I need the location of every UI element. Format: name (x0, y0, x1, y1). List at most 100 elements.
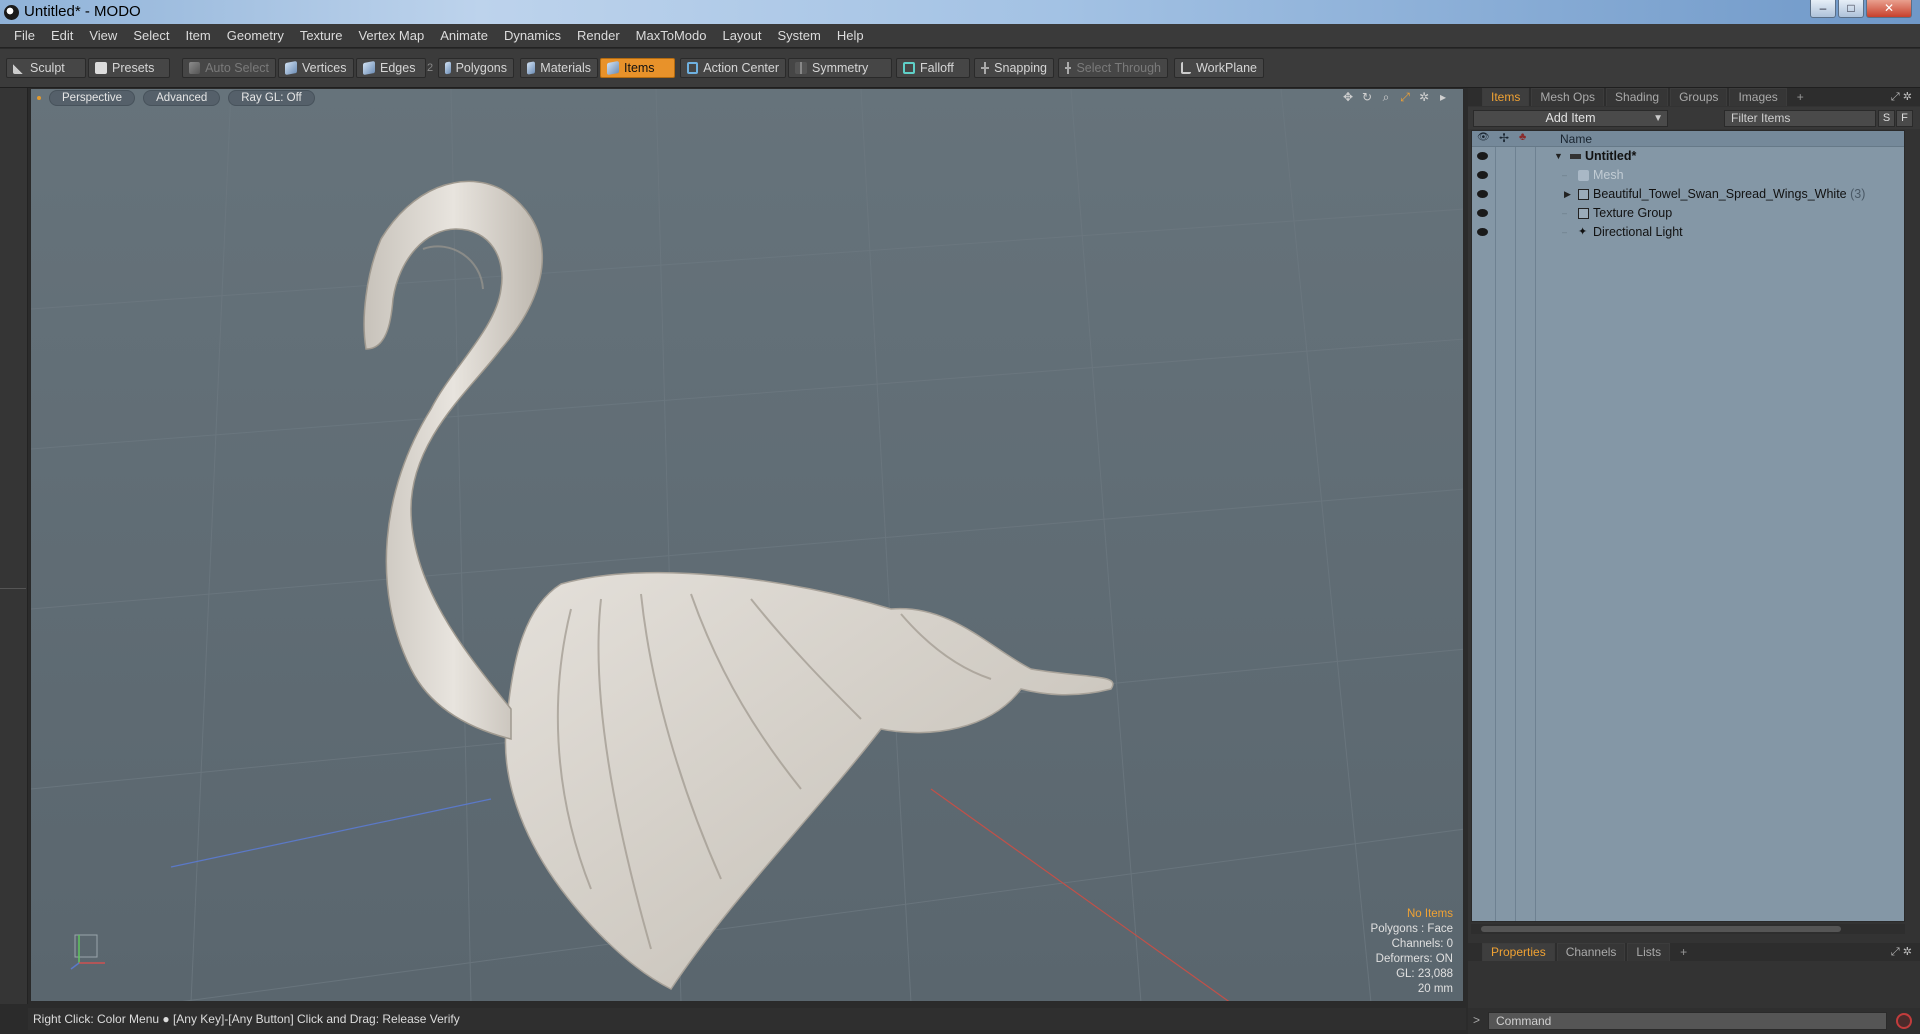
swan-group-count: (3) (1850, 187, 1866, 201)
pan-icon[interactable]: ✥ (1342, 91, 1354, 103)
tab-channels[interactable]: Channels (1556, 943, 1626, 961)
viewport-settings-icon[interactable]: ✲ (1418, 91, 1430, 103)
add-tab-button[interactable]: + (1789, 89, 1812, 106)
menu-vertex-map[interactable]: Vertex Map (350, 24, 432, 48)
advanced-tab[interactable]: Advanced (143, 90, 221, 106)
menu-animate[interactable]: Animate (432, 24, 496, 48)
menu-help[interactable]: Help (829, 24, 872, 48)
name-column-header[interactable]: Name (1560, 132, 1592, 146)
lock-column-icon[interactable]: ✢ (1499, 131, 1509, 145)
tab-shading[interactable]: Shading (1606, 88, 1669, 106)
column-divider (1535, 131, 1536, 921)
chevron-down-icon: ▼ (1653, 113, 1663, 124)
filter-items-input[interactable]: Filter Items (1724, 110, 1876, 127)
expand-down-icon[interactable]: ▼ (1554, 147, 1563, 166)
eye-icon[interactable] (1477, 171, 1488, 179)
menu-select[interactable]: Select (125, 24, 177, 48)
raygl-tab[interactable]: Ray GL: Off (228, 90, 315, 106)
tree-row-scene[interactable]: ▼ Untitled* (1472, 147, 1904, 166)
snapping-label: Snapping (994, 61, 1047, 75)
visibility-column-icon[interactable]: 👁 (1477, 132, 1490, 143)
panel-options-icon[interactable]: ⤢ ✲ (1891, 90, 1912, 104)
props-options-icon[interactable]: ⤢ ✲ (1891, 945, 1912, 959)
select-through-icon (1065, 62, 1072, 74)
menu-render[interactable]: Render (569, 24, 628, 48)
materials-button[interactable]: Materials (520, 58, 598, 78)
tab-lists[interactable]: Lists (1627, 943, 1671, 961)
menu-maxtomodo[interactable]: MaxToModo (628, 24, 715, 48)
menu-texture[interactable]: Texture (292, 24, 351, 48)
main-toolbar: Sculpt Presets Auto Select Vertices Edge… (0, 49, 1920, 88)
add-item-dropdown[interactable]: Add Item ▼ (1473, 110, 1668, 127)
render-column-icon[interactable]: ♣ (1519, 131, 1526, 143)
eye-icon[interactable] (1477, 209, 1488, 217)
s-button[interactable]: S (1878, 110, 1895, 127)
action-center-button[interactable]: Action Center (680, 58, 786, 78)
tree-row-texture-group[interactable]: – Texture Group (1472, 204, 1904, 223)
auto-select-icon (189, 62, 201, 74)
menu-edit[interactable]: Edit (43, 24, 81, 48)
menu-view[interactable]: View (81, 24, 125, 48)
3d-viewport[interactable]: Perspective Advanced Ray GL: Off ✥ ↻ ⌕ ⤢… (30, 88, 1464, 1002)
polygons-label: Polygons (455, 61, 507, 75)
items-icon (607, 60, 619, 76)
viewport-header: Perspective Advanced Ray GL: Off (31, 89, 1463, 107)
presets-icon (95, 62, 107, 74)
scrollbar-thumb[interactable] (1481, 926, 1841, 932)
auto-select-button[interactable]: Auto Select (182, 58, 276, 78)
workplane-button[interactable]: WorkPlane (1174, 58, 1264, 78)
symmetry-button[interactable]: Symmetry (788, 58, 892, 78)
right-panel: Items Mesh Ops Shading Groups Images + ⤢… (1468, 88, 1920, 1034)
item-list-scrollbar[interactable] (1471, 924, 1905, 934)
menu-item[interactable]: Item (177, 24, 218, 48)
minimize-button[interactable]: – (1810, 0, 1836, 18)
column-divider (1495, 131, 1496, 921)
zoom-icon[interactable]: ⌕ (1380, 91, 1392, 103)
menu-file[interactable]: File (6, 24, 43, 48)
tree-row-directional-light[interactable]: – ✦ Directional Light (1472, 223, 1904, 242)
snapping-button[interactable]: Snapping (974, 58, 1054, 78)
tab-images[interactable]: Images (1729, 88, 1787, 106)
edges-button[interactable]: Edges (356, 58, 426, 78)
viewport-arrow-icon[interactable]: ▸ (1437, 91, 1449, 103)
tree-row-mesh[interactable]: – Mesh (1472, 166, 1904, 185)
f-button[interactable]: F (1896, 110, 1913, 127)
tree-row-swan-group[interactable]: ▶ Beautiful_Towel_Swan_Spread_Wings_Whit… (1472, 185, 1904, 204)
eye-icon[interactable] (1477, 228, 1488, 236)
command-bar: > Command (1468, 1008, 1920, 1034)
perspective-tab[interactable]: Perspective (49, 90, 136, 106)
item-list-header: 👁 ✢ ♣ Name (1472, 131, 1904, 147)
eye-icon[interactable] (1477, 152, 1488, 160)
viewport-menu-dot[interactable] (37, 96, 41, 100)
vertices-icon (285, 60, 297, 76)
falloff-button[interactable]: Falloff (896, 58, 970, 78)
maximize-button[interactable]: □ (1838, 0, 1864, 18)
rotate-icon[interactable]: ↻ (1361, 91, 1373, 103)
add-props-tab-button[interactable]: + (1672, 944, 1695, 961)
symmetry-label: Symmetry (812, 61, 869, 75)
workplane-icon (1181, 62, 1192, 74)
select-through-button[interactable]: Select Through (1058, 58, 1168, 78)
record-icon[interactable] (1896, 1013, 1912, 1029)
menu-layout[interactable]: Layout (714, 24, 769, 48)
sculpt-button[interactable]: Sculpt (6, 58, 86, 78)
menu-system[interactable]: System (770, 24, 829, 48)
command-input[interactable]: Command (1488, 1012, 1887, 1030)
tab-items[interactable]: Items (1482, 88, 1530, 106)
vertices-button[interactable]: Vertices (278, 58, 354, 78)
menu-geometry[interactable]: Geometry (219, 24, 292, 48)
maximize-viewport-icon[interactable]: ⤢ (1399, 91, 1411, 103)
items-button[interactable]: Items (600, 58, 675, 78)
items-panel-tabs: Items Mesh Ops Shading Groups Images + (1468, 88, 1920, 106)
eye-icon[interactable] (1477, 190, 1488, 198)
expand-right-icon[interactable]: ▶ (1564, 185, 1571, 204)
polygons-button[interactable]: Polygons (438, 58, 514, 78)
scene-icon (1570, 151, 1581, 162)
tab-mesh-ops[interactable]: Mesh Ops (1531, 88, 1605, 106)
directional-light-label: Directional Light (1593, 225, 1683, 239)
tab-properties[interactable]: Properties (1482, 943, 1555, 961)
tab-groups[interactable]: Groups (1670, 88, 1728, 106)
presets-button[interactable]: Presets (88, 58, 170, 78)
menu-dynamics[interactable]: Dynamics (496, 24, 569, 48)
close-button[interactable]: ✕ (1866, 0, 1912, 18)
